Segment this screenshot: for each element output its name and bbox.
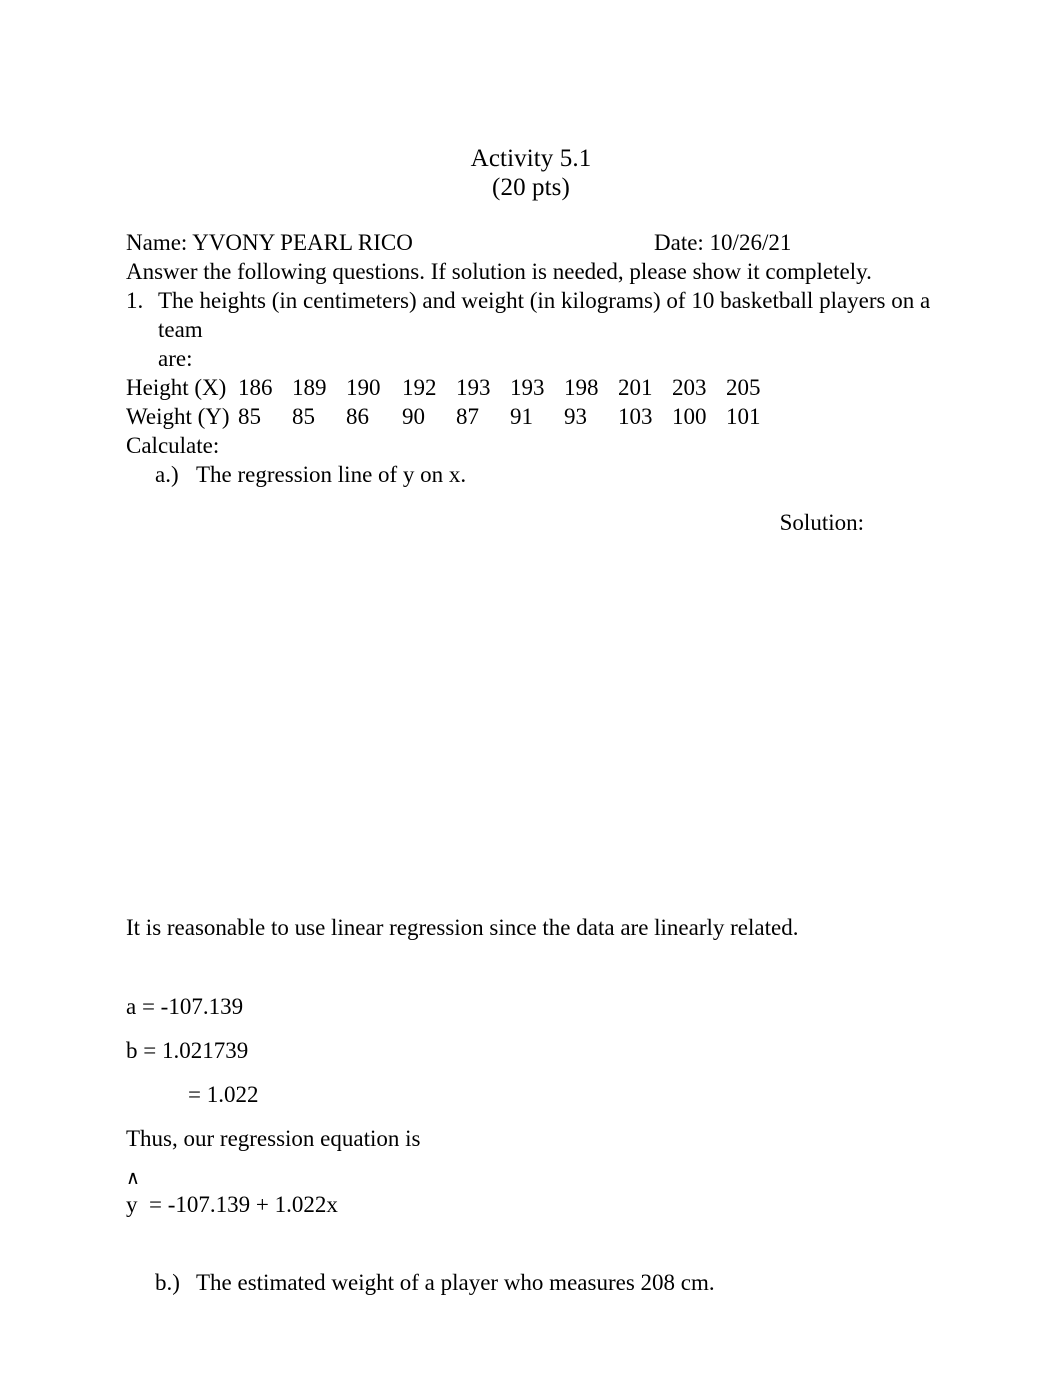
- height-value-9: 203: [672, 375, 707, 400]
- height-value-4: 192: [402, 375, 437, 400]
- table-row: Height (X) 186 189 190 192 193 193 198 2…: [126, 373, 780, 402]
- weight-value-3: 86: [346, 404, 369, 429]
- height-value-7: 198: [564, 375, 599, 400]
- weight-value-1: 85: [238, 404, 261, 429]
- solution-label: Solution:: [779, 510, 864, 535]
- weight-value-5: 87: [456, 404, 479, 429]
- height-value-8: 201: [618, 375, 653, 400]
- height-value-2: 189: [292, 375, 327, 400]
- document-page: Activity 5.1 (20 pts) Name: YVONY PEARL …: [0, 0, 1062, 1377]
- question-1b-text: The estimated weight of a player who mea…: [196, 1270, 715, 1295]
- row-label-height: Height (X): [126, 375, 227, 400]
- row-label-weight: Weight (Y): [126, 404, 230, 429]
- weight-value-2: 85: [292, 404, 315, 429]
- page-subtitle-points: (20 pts): [492, 174, 570, 201]
- height-value-3: 190: [346, 375, 381, 400]
- table-row: Weight (Y) 85 85 86 90 87 91 93 103 100 …: [126, 402, 780, 431]
- question-1a-marker: a.): [155, 462, 179, 487]
- height-value-6: 193: [510, 375, 545, 400]
- height-value-5: 193: [456, 375, 491, 400]
- weight-value-9: 100: [672, 404, 707, 429]
- question-1-line-1: The heights (in centimeters) and weight …: [158, 288, 931, 342]
- student-name-field: Name: YVONY PEARL RICO: [126, 230, 413, 255]
- height-value-1: 186: [238, 375, 273, 400]
- solution-work-area: [126, 537, 938, 913]
- height-weight-data-table: Height (X) 186 189 190 192 193 193 198 2…: [126, 373, 780, 431]
- document-title-block: Activity 5.1 (20 pts): [126, 144, 936, 202]
- regression-equation: y = -107.139 + 1.022x: [126, 1192, 338, 1217]
- coefficient-b-rounded: = 1.022: [188, 1082, 259, 1107]
- header-name-date-row: Name: YVONY PEARL RICO Date: 10/26/21: [126, 228, 938, 257]
- solution-reasoning-text: It is reasonable to use linear regressio…: [126, 915, 799, 940]
- weight-value-10: 101: [726, 404, 761, 429]
- weight-value-4: 90: [402, 404, 425, 429]
- height-value-10: 205: [726, 375, 761, 400]
- page-title: Activity 5.1: [470, 145, 592, 172]
- question-1b: b.) The estimated weight of a player who…: [126, 1268, 938, 1297]
- document-body: Name: YVONY PEARL RICO Date: 10/26/21 An…: [126, 228, 938, 1297]
- question-1a-text: The regression line of y on x.: [196, 462, 467, 487]
- coefficient-a-value: a = -107.139: [126, 994, 244, 1019]
- question-1-marker: 1.: [126, 288, 144, 313]
- question-1: 1. The heights (in centimeters) and weig…: [126, 286, 938, 373]
- y-hat-caret-icon: ∧: [126, 1168, 140, 1189]
- regression-conclusion-text: Thus, our regression equation is: [126, 1126, 421, 1151]
- weight-value-7: 93: [564, 404, 587, 429]
- question-1-line-2: are:: [158, 346, 193, 371]
- weight-value-8: 103: [618, 404, 653, 429]
- date-field: Date: 10/26/21: [654, 230, 792, 255]
- question-1b-marker: b.): [155, 1270, 180, 1295]
- calculate-label: Calculate:: [126, 433, 220, 458]
- instructions-text: Answer the following questions. If solut…: [126, 259, 872, 284]
- weight-value-6: 91: [510, 404, 533, 429]
- coefficient-b-value: b = 1.021739: [126, 1038, 249, 1063]
- question-1a: a.) The regression line of y on x.: [126, 460, 938, 489]
